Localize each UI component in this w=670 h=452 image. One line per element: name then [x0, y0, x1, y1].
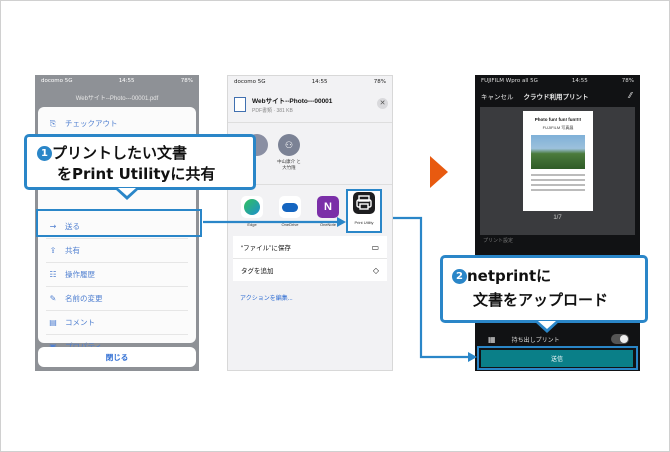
callout-step-2: 2 netprintに 文書をアップロード	[440, 255, 648, 323]
callout-pointer	[534, 321, 560, 333]
step-number-badge: 1	[37, 146, 52, 161]
callout-text: をPrint Utilityに共有	[57, 165, 216, 183]
callout-text: netprintに	[467, 267, 552, 285]
callout-step-1: 1 プリントしたい文書 をPrint Utilityに共有	[24, 134, 256, 190]
callout-text: 文書をアップロード	[473, 291, 609, 309]
callout-text: プリントしたい文書	[52, 144, 188, 162]
step-number-badge: 2	[452, 269, 467, 284]
callout-pointer	[114, 188, 140, 200]
connector-lines	[203, 216, 477, 362]
